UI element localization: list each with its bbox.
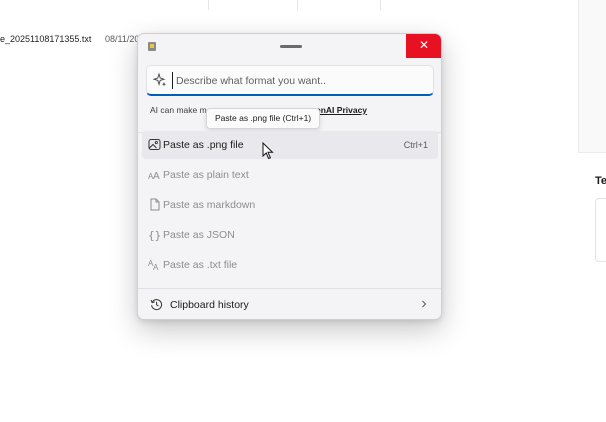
item-label: Paste as .txt file: [163, 259, 238, 271]
side-card: [578, 152, 606, 422]
tooltip: Paste as .png file (Ctrl+1): [206, 108, 321, 129]
paste-txt-file-item[interactable]: A A Paste as .txt file: [142, 251, 438, 279]
file-name[interactable]: e_20251108171355.txt: [0, 34, 91, 44]
svg-text:A: A: [153, 171, 160, 181]
shortcut-label: Ctrl+1: [403, 140, 428, 150]
app-icon: [148, 42, 156, 51]
item-label: Paste as plain text: [163, 169, 249, 181]
advanced-paste-window: ✕ AI can make m enAI Privacy Paste as .p…: [137, 33, 442, 320]
history-icon: [150, 299, 163, 311]
document-icon: [150, 198, 160, 211]
file-date: 08/11/20: [105, 34, 140, 44]
column-divider: [297, 0, 298, 10]
privacy-link[interactable]: enAI Privacy: [316, 105, 367, 115]
title-bar[interactable]: ✕: [138, 34, 441, 58]
paste-png-item[interactable]: Paste as .png file Ctrl+1: [142, 131, 438, 159]
svg-text:{}: {}: [148, 229, 161, 241]
side-panel-box[interactable]: [595, 198, 606, 262]
drag-handle[interactable]: [280, 45, 302, 48]
sparkle-icon: [153, 73, 166, 87]
ai-disclaimer: AI can make m: [150, 105, 207, 115]
image-icon: [148, 139, 161, 150]
chevron-right-icon: [422, 300, 427, 308]
braces-icon: {}: [148, 229, 161, 241]
prompt-input[interactable]: [172, 72, 427, 89]
mouse-cursor-icon: [262, 142, 274, 160]
close-button[interactable]: ✕: [406, 34, 441, 58]
text-file-icon: A A: [148, 259, 159, 271]
item-label: Paste as .png file: [163, 139, 244, 151]
item-label: Paste as JSON: [163, 229, 235, 241]
column-divider: [208, 0, 209, 10]
side-panel-label: Te: [595, 175, 606, 187]
column-divider: [380, 0, 381, 10]
paste-plain-text-item[interactable]: A A Paste as plain text: [142, 161, 438, 189]
text-icon: A A: [148, 171, 160, 181]
prompt-box[interactable]: [146, 65, 434, 96]
item-label: Paste as markdown: [163, 199, 256, 211]
svg-text:A: A: [153, 263, 159, 271]
item-label: Clipboard history: [170, 299, 249, 311]
divider: [138, 288, 441, 289]
paste-json-item[interactable]: {} Paste as JSON: [142, 221, 438, 249]
clipboard-history-item[interactable]: Clipboard history: [142, 291, 438, 319]
paste-markdown-item[interactable]: Paste as markdown: [142, 191, 438, 219]
